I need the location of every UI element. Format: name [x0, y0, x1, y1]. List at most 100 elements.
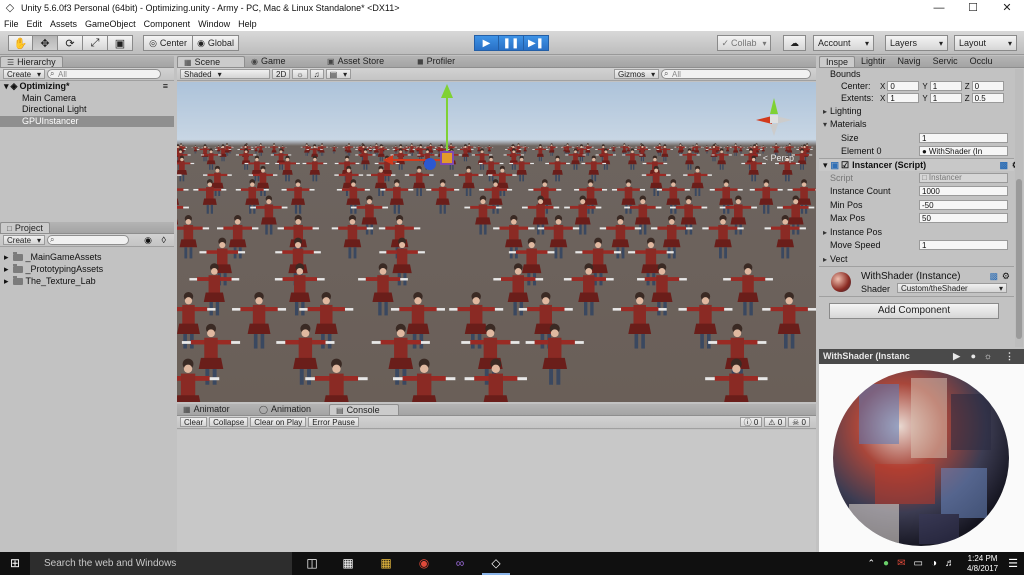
hierarchy-item[interactable]: Main Camera: [0, 93, 174, 105]
menu-icon[interactable]: ≡: [163, 81, 168, 93]
collab-button[interactable]: ✓ Collab: [717, 35, 771, 51]
hierarchy-create-button[interactable]: Create: [3, 69, 46, 79]
element0-object-field[interactable]: ● WithShader (In: [919, 146, 1008, 157]
tab-inspector[interactable]: Inspe: [819, 56, 856, 67]
store-app-icon[interactable]: ▦: [334, 552, 362, 575]
instance-count-field[interactable]: 1000: [919, 186, 1008, 197]
tab-scene[interactable]: ▦ Scene: [177, 56, 245, 67]
error-count-button[interactable]: ☠ 0: [788, 417, 810, 427]
project-create-button[interactable]: Create: [3, 235, 46, 245]
tray-wifi-icon[interactable]: ◑: [931, 558, 937, 569]
persp-label[interactable]: < Persp: [763, 153, 794, 163]
shading-mode-dropdown[interactable]: Shaded: [180, 69, 270, 79]
move-gizmo[interactable]: [177, 82, 816, 402]
orientation-gizmo[interactable]: [752, 94, 796, 138]
error-pause-button[interactable]: Error Pause: [308, 417, 359, 427]
materials-foldout[interactable]: Materials: [819, 118, 1014, 132]
expand-icon[interactable]: ▸: [4, 275, 9, 287]
pause-button-icon[interactable]: ❚❚: [499, 35, 524, 51]
taskbar-search-input[interactable]: Search the web and Windows: [30, 552, 292, 575]
menu-file[interactable]: File: [4, 19, 19, 29]
audio-toggle-icon[interactable]: ♫: [309, 69, 324, 79]
file-explorer-icon[interactable]: ▦: [372, 552, 400, 575]
instancer-component-header[interactable]: ▾ ▣ ☑ Instancer (Script) ▩ ⚙: [819, 158, 1020, 171]
scene-root[interactable]: ▾ ◈ Optimizing* ≡: [0, 81, 174, 93]
step-button-icon[interactable]: ▶❚: [524, 35, 549, 51]
tab-animation[interactable]: ◯ Animation: [253, 404, 329, 415]
center-y-field[interactable]: 1: [929, 81, 962, 91]
rotate-tool-icon[interactable]: ⟳: [58, 35, 83, 51]
tab-project[interactable]: □ Project: [0, 222, 50, 233]
effects-dropdown-icon[interactable]: ▤: [325, 69, 352, 79]
center-x-field[interactable]: 0: [887, 81, 920, 91]
center-z-field[interactable]: 0: [971, 81, 1004, 91]
hierarchy-search-input[interactable]: All: [47, 69, 162, 79]
material-preview-sphere[interactable]: [819, 364, 1024, 552]
help-icon[interactable]: ▩: [999, 160, 1008, 171]
extents-y-field[interactable]: 1: [929, 93, 962, 103]
tray-battery-icon[interactable]: ▭: [913, 558, 922, 569]
vect-foldout[interactable]: Vect: [819, 252, 1014, 266]
enable-checkbox-icon[interactable]: ☑: [841, 160, 849, 171]
tray-volume-icon[interactable]: ♬: [945, 558, 955, 569]
instance-pos-foldout[interactable]: Instance Pos: [819, 225, 1014, 239]
expand-icon[interactable]: ▾: [4, 81, 9, 91]
taskbar-clock[interactable]: 1:24 PM 4/8/2017: [967, 554, 998, 574]
min-pos-field[interactable]: -50: [919, 199, 1008, 210]
menu-edit[interactable]: Edit: [27, 19, 43, 29]
filter-label-icon[interactable]: ◊: [162, 235, 166, 245]
windows-start-icon[interactable]: ⊞: [0, 552, 30, 575]
lighting-toggle-icon[interactable]: ☼: [292, 69, 308, 79]
material-help-icon[interactable]: ▩: [989, 271, 998, 282]
project-folder[interactable]: ▸ The_Texture_Lab: [0, 275, 174, 287]
hand-tool-icon[interactable]: ✋: [8, 35, 33, 51]
close-button[interactable]: ✕: [990, 0, 1024, 16]
rect-tool-icon[interactable]: ▣: [108, 35, 133, 51]
preview-play-icon[interactable]: ▶: [953, 349, 960, 364]
expand-icon[interactable]: ▸: [4, 263, 9, 275]
move-tool-icon[interactable]: ✥: [33, 35, 58, 51]
filter-type-icon[interactable]: ◉: [144, 235, 152, 246]
task-view-icon[interactable]: ◫: [298, 552, 326, 575]
tab-lighting[interactable]: Lightir: [855, 56, 892, 67]
shader-dropdown[interactable]: Custom/theShader: [897, 282, 1007, 293]
tab-console[interactable]: ▤ Console: [329, 404, 399, 415]
inspector-scrollbar[interactable]: [1015, 69, 1023, 347]
maximize-button[interactable]: ☐: [956, 0, 990, 16]
chrome-icon[interactable]: ◉: [410, 552, 438, 575]
clear-on-play-button[interactable]: Clear on Play: [250, 417, 307, 427]
pivot-global-button[interactable]: ◉ Global: [193, 35, 239, 51]
minimize-button[interactable]: —: [922, 0, 956, 16]
2d-toggle-button[interactable]: 2D: [272, 69, 291, 79]
materials-size-field[interactable]: 1: [919, 132, 1008, 143]
tray-app-icon[interactable]: ●: [883, 558, 889, 569]
tab-animator[interactable]: ▦ Animator: [177, 404, 253, 415]
menu-window[interactable]: Window: [198, 19, 230, 29]
material-gear-icon[interactable]: ⚙: [1002, 271, 1010, 282]
warning-count-button[interactable]: ⚠ 0: [764, 417, 787, 427]
tab-navigation[interactable]: Navig: [892, 56, 927, 67]
account-dropdown[interactable]: Account: [813, 35, 874, 51]
project-folder[interactable]: ▸ _PrototypingAssets: [0, 263, 174, 275]
tab-services[interactable]: Servic: [927, 56, 964, 67]
notifications-icon[interactable]: ☰: [1008, 557, 1018, 570]
scrollbar-thumb[interactable]: [1016, 179, 1022, 339]
console-log-area[interactable]: [177, 430, 816, 552]
hierarchy-item[interactable]: Directional Light: [0, 104, 174, 116]
clear-button[interactable]: Clear: [180, 417, 208, 427]
menu-help[interactable]: Help: [238, 19, 257, 29]
preview-light-icon[interactable]: ☼: [984, 349, 992, 364]
pivot-center-button[interactable]: ◎ Center: [143, 35, 193, 51]
menu-assets[interactable]: Assets: [50, 19, 77, 29]
preview-shape-icon[interactable]: ●: [971, 349, 976, 364]
project-folder[interactable]: ▸ _MainGameAssets: [0, 251, 174, 263]
move-speed-field[interactable]: 1: [919, 240, 1008, 251]
scene-viewport[interactable]: < Persp: [177, 82, 816, 402]
layers-dropdown[interactable]: Layers: [885, 35, 948, 51]
menu-gameobject[interactable]: GameObject: [85, 19, 136, 29]
scene-search-input[interactable]: All: [661, 69, 811, 79]
tab-hierarchy[interactable]: ☰ Hierarchy: [0, 56, 63, 67]
project-search-input[interactable]: [47, 235, 130, 245]
expand-icon[interactable]: ▾: [823, 160, 828, 171]
visual-studio-icon[interactable]: ∞: [446, 552, 474, 575]
